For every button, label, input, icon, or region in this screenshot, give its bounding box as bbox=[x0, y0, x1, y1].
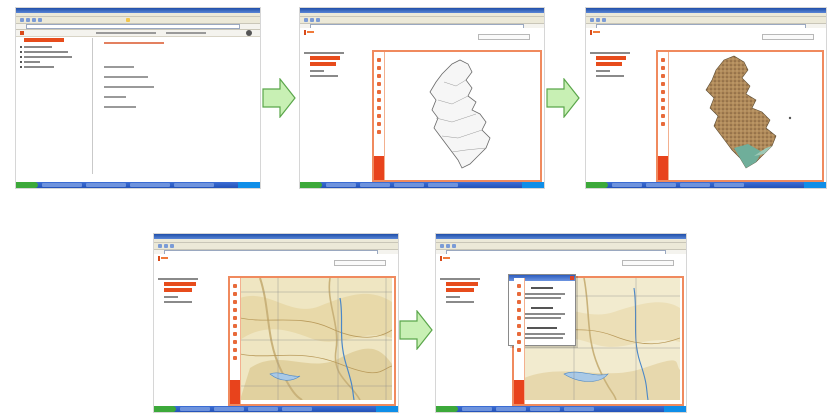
app-header bbox=[436, 254, 686, 268]
links-bar[interactable] bbox=[16, 30, 260, 37]
windows-taskbar[interactable] bbox=[16, 182, 260, 188]
map-toolbar[interactable] bbox=[658, 52, 669, 180]
start-button-icon[interactable] bbox=[154, 406, 176, 412]
layer-tree[interactable] bbox=[440, 278, 518, 328]
layer-tree[interactable] bbox=[158, 278, 236, 328]
windows-taskbar[interactable] bbox=[154, 406, 398, 412]
map-viewer[interactable] bbox=[656, 50, 824, 182]
start-button-icon[interactable] bbox=[586, 182, 608, 188]
tree-item-selected[interactable] bbox=[24, 38, 64, 42]
map-toolbar[interactable] bbox=[230, 278, 241, 404]
start-button-icon[interactable] bbox=[436, 406, 458, 412]
region-outline-map[interactable] bbox=[386, 52, 538, 176]
search-input[interactable] bbox=[334, 260, 386, 266]
portal-logo bbox=[440, 256, 452, 261]
panel-3-map-thematic bbox=[586, 8, 826, 188]
map-toolbar[interactable] bbox=[374, 52, 385, 180]
panel-5-map-info-popup bbox=[436, 234, 686, 412]
layer-tree[interactable] bbox=[20, 38, 90, 98]
arrow-right-icon bbox=[546, 78, 580, 118]
map-viewer[interactable] bbox=[228, 276, 396, 406]
info-tool-icon[interactable] bbox=[233, 300, 237, 304]
arrow-right-icon bbox=[399, 310, 433, 350]
start-button-icon[interactable] bbox=[16, 182, 38, 188]
portal-logo bbox=[158, 256, 170, 261]
tree-item-selected[interactable] bbox=[446, 282, 478, 286]
pan-tool-icon[interactable] bbox=[233, 292, 237, 296]
browser-toolbar[interactable] bbox=[16, 17, 260, 24]
map-toolbar[interactable] bbox=[514, 278, 525, 404]
map-legend-block bbox=[514, 380, 524, 404]
zoom-tool-icon[interactable] bbox=[517, 284, 521, 288]
close-icon[interactable] bbox=[246, 30, 252, 36]
forward-icon[interactable] bbox=[26, 18, 30, 22]
panel-4-map-zoomed bbox=[154, 234, 398, 412]
pan-tool-icon[interactable] bbox=[377, 66, 381, 70]
map-legend-block bbox=[658, 156, 668, 180]
layer-tree[interactable] bbox=[304, 52, 382, 102]
portal-logo bbox=[590, 30, 602, 35]
pan-tool-icon[interactable] bbox=[661, 66, 665, 70]
map-legend-block bbox=[374, 156, 384, 180]
topographic-map[interactable] bbox=[240, 278, 392, 400]
back-icon[interactable] bbox=[20, 18, 24, 22]
windows-taskbar[interactable] bbox=[436, 406, 686, 412]
search-input[interactable] bbox=[622, 260, 674, 266]
search-input[interactable] bbox=[478, 34, 530, 40]
browser-toolbar[interactable] bbox=[436, 243, 686, 250]
start-button-icon[interactable] bbox=[300, 182, 322, 188]
region-thematic-map[interactable] bbox=[670, 52, 820, 176]
map-legend-block bbox=[230, 380, 240, 404]
info-tool-icon[interactable] bbox=[661, 74, 665, 78]
close-icon[interactable] bbox=[570, 276, 574, 280]
tree-item-selected[interactable] bbox=[164, 282, 196, 286]
browser-toolbar[interactable] bbox=[154, 243, 398, 250]
search-input[interactable] bbox=[762, 34, 814, 40]
panel-2-map-outline bbox=[300, 8, 544, 188]
app-header bbox=[586, 28, 826, 42]
tree-item-selected[interactable] bbox=[596, 56, 626, 60]
refresh-icon[interactable] bbox=[32, 18, 36, 22]
zoom-tool-icon[interactable] bbox=[377, 58, 381, 62]
pan-tool-icon[interactable] bbox=[517, 292, 521, 296]
app-header bbox=[154, 254, 398, 268]
map-viewer[interactable] bbox=[372, 50, 542, 182]
portal-logo bbox=[304, 30, 316, 35]
content-pane bbox=[96, 38, 256, 168]
panel-1-portal-home bbox=[16, 8, 260, 188]
zoom-tool-icon[interactable] bbox=[661, 58, 665, 62]
pane-divider[interactable] bbox=[92, 38, 93, 174]
favorites-icon[interactable] bbox=[126, 18, 130, 22]
windows-taskbar[interactable] bbox=[300, 182, 544, 188]
info-tool-icon[interactable] bbox=[377, 74, 381, 78]
windows-taskbar[interactable] bbox=[586, 182, 826, 188]
browser-toolbar[interactable] bbox=[300, 17, 544, 24]
app-header bbox=[300, 28, 544, 42]
home-icon[interactable] bbox=[38, 18, 42, 22]
arrow-right-icon bbox=[262, 78, 296, 118]
zoom-tool-icon[interactable] bbox=[233, 284, 237, 288]
info-tool-icon[interactable] bbox=[517, 300, 521, 304]
browser-toolbar[interactable] bbox=[586, 17, 826, 24]
tree-item-selected[interactable] bbox=[310, 56, 340, 60]
